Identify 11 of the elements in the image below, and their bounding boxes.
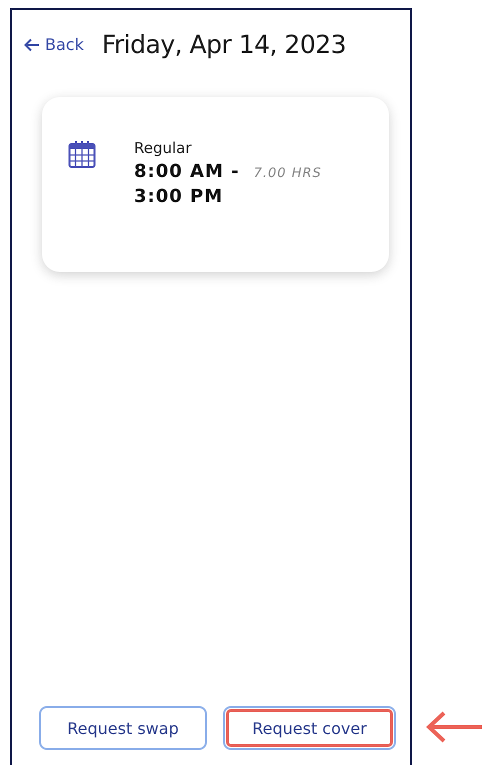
shift-duration: 7.00 HRS <box>254 166 322 181</box>
page-title: Friday, Apr 14, 2023 <box>102 30 346 59</box>
calendar-icon <box>68 139 96 169</box>
shift-start-time: 8:00 AM - <box>134 161 240 182</box>
back-link[interactable]: Back <box>24 35 84 54</box>
annotation-arrow-icon <box>424 709 484 745</box>
shift-end-time: 3:00 PM <box>134 186 224 207</box>
request-button[interactable]: Request cover <box>223 706 396 750</box>
request-button[interactable]: Request swap <box>39 706 207 750</box>
shift-type: Regular <box>134 139 193 157</box>
back-arrow-icon <box>24 38 40 52</box>
